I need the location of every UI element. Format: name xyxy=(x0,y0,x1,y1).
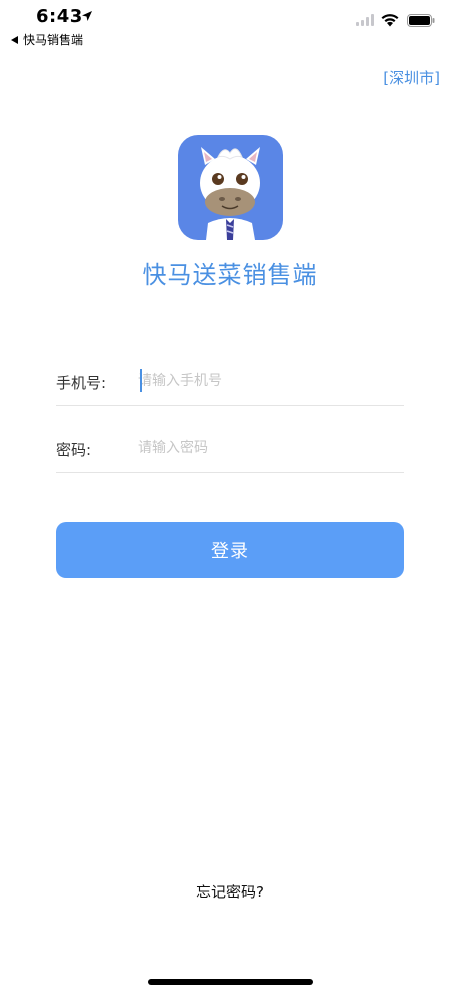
horse-mascot-logo xyxy=(200,147,260,240)
cellular-signal-icon xyxy=(356,14,374,26)
phone-input[interactable] xyxy=(138,366,398,396)
password-row: 密码: xyxy=(56,423,404,473)
password-input[interactable] xyxy=(138,433,398,463)
app-logo xyxy=(178,135,283,240)
login-button[interactable]: 登录 xyxy=(56,522,404,578)
phone-label: 手机号: xyxy=(56,374,107,392)
battery-icon xyxy=(407,14,435,27)
back-arrow-icon xyxy=(11,35,18,44)
forgot-password-link[interactable]: 忘记密码? xyxy=(0,881,460,902)
back-app-label: 快马销售端 xyxy=(23,33,84,47)
wifi-icon xyxy=(381,14,399,27)
login-screen: 6:43 快马销售端 [深圳市] 快马送菜销售端 手机号: 请输入手机号 密码:… xyxy=(0,0,460,996)
home-indicator[interactable] xyxy=(148,979,313,985)
password-label: 密码: xyxy=(56,441,92,459)
city-selector-link[interactable]: [深圳市] xyxy=(383,67,440,88)
phone-row: 手机号: xyxy=(56,356,404,406)
location-arrow-icon xyxy=(82,11,92,21)
text-caret xyxy=(140,369,142,392)
status-time: 6:43 xyxy=(36,6,83,27)
status-bar: 6:43 快马销售端 xyxy=(0,0,460,54)
app-title: 快马送菜销售端 xyxy=(142,261,318,289)
back-to-app-link[interactable]: 快马销售端 xyxy=(11,31,83,48)
